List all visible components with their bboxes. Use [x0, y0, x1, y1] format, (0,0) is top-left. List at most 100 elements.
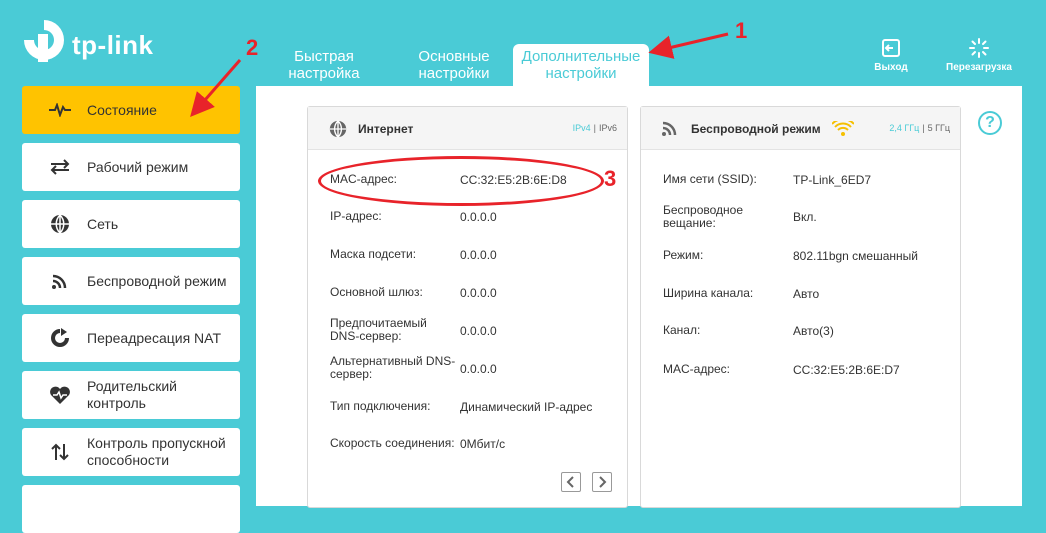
label-line: вещание: [663, 216, 716, 230]
label-line: сервер: [330, 367, 373, 381]
row-label: Имя сети (SSID): [663, 172, 757, 186]
row-value: 802.11bgn смешанный [793, 249, 918, 263]
tp-link-logo: tp-link [22, 18, 162, 66]
sidebar-item-network[interactable]: Сеть [22, 200, 240, 248]
logout-icon [882, 39, 900, 57]
chevron-left-icon [566, 476, 574, 488]
annotation-number: 3 [604, 166, 617, 191]
row-value: Авто [793, 287, 820, 301]
globe-icon [328, 119, 348, 144]
band-switch: 2,4 ГГц | 5 ГГц [889, 123, 950, 133]
wireless-card-title: Беспроводной режим [691, 122, 821, 136]
row-label: Предпочитаемый DNS-сервер: [330, 317, 458, 343]
sidebar-item-operation-mode[interactable]: Рабочий режим [22, 143, 240, 191]
wireless-card-header: Беспроводной режим 2,4 ГГц | 5 ГГц [641, 107, 960, 150]
sidebar-item-label: Переадресация NAT [87, 329, 222, 346]
help-icon: ? [985, 114, 995, 131]
ip-version-switch: IPv4 | IPv6 [572, 123, 617, 133]
label-line: Беспроводное [663, 203, 744, 217]
row-label: Канал: [663, 323, 701, 337]
row-label: Маска подсети: [330, 247, 417, 261]
sidebar-item-label: Родительский контроль [87, 378, 177, 412]
logout-label: Выход [874, 62, 908, 73]
row-value: CC:32:E5:2B:6E:D7 [793, 363, 900, 377]
internet-card-header: Интернет IPv4 | IPv6 [308, 107, 627, 150]
row-label: Беспроводное вещание: [663, 204, 791, 230]
label-line: Родительский [87, 378, 177, 394]
tab-label: Дополнительные [521, 48, 641, 65]
heart-icon [48, 383, 72, 407]
row-value: 0.0.0.0 [460, 210, 497, 224]
prev-page-button[interactable] [561, 472, 581, 492]
globe-icon [48, 212, 72, 236]
row-label: Основной шлюз: [330, 285, 423, 299]
band-24ghz-toggle[interactable]: 2,4 ГГц [889, 123, 919, 133]
sidebar-item-bandwidth-control[interactable]: Контроль пропускной способности [22, 428, 240, 476]
sidebar-item-nat-forwarding[interactable]: Переадресация NAT [22, 314, 240, 362]
wifi-signal-icon [831, 118, 855, 142]
tab-label: настройки [418, 65, 490, 82]
reboot-button[interactable]: Перезагрузка [938, 38, 1020, 73]
band-5ghz-toggle[interactable]: 5 ГГц [928, 123, 950, 133]
annotation-number: 1 [735, 18, 748, 43]
sidebar-item-label: Рабочий режим [87, 158, 189, 175]
row-label: Альтернативный DNS- сервер: [330, 355, 458, 381]
tp-link-logo-icon [24, 20, 64, 62]
tab-quick-setup[interactable]: Быстрая настройка [272, 48, 376, 82]
refresh-icon [48, 326, 72, 350]
wireless-card: Беспроводной режим 2,4 ГГц | 5 ГГц [640, 106, 961, 508]
help-button[interactable]: ? [978, 111, 1002, 135]
sidebar-item-status[interactable]: Состояние [22, 86, 240, 134]
tab-advanced-settings[interactable]: Дополнительные настройки [513, 44, 649, 90]
updown-arrows-icon [48, 440, 72, 464]
sidebar-item-more[interactable] [22, 485, 240, 533]
next-page-button[interactable] [592, 472, 612, 492]
row-value: Авто(3) [793, 324, 834, 338]
row-label: Ширина канала: [663, 286, 754, 300]
row-value: 0.0.0.0 [460, 324, 497, 338]
brand-name: tp-link [72, 30, 154, 60]
row-label: Скорость соединения: [330, 436, 455, 450]
logout-button[interactable]: Выход [864, 38, 918, 73]
sidebar-item-label: Контроль пропускной способности [87, 435, 226, 469]
label-line: Контроль пропускной [87, 435, 226, 451]
pulse-icon [48, 98, 72, 122]
row-label: Тип подключения: [330, 399, 431, 413]
ipv6-toggle[interactable]: IPv6 [599, 123, 617, 133]
sidebar-item-label: Состояние [87, 101, 157, 118]
label-line: Предпочитаемый [330, 316, 427, 330]
label-line: контроль [87, 395, 146, 411]
sidebar-item-wireless[interactable]: Беспроводной режим [22, 257, 240, 305]
internet-card-title: Интернет [358, 122, 414, 136]
switch-arrows-icon [48, 155, 72, 179]
row-value: 0.0.0.0 [460, 362, 497, 376]
label-line: DNS-сервер: [330, 329, 402, 343]
row-label: Режим: [663, 248, 704, 262]
row-label: MAC-адрес: [663, 362, 731, 376]
reboot-icon [969, 38, 989, 58]
sidebar-item-label: Сеть [87, 215, 119, 232]
tab-label: Быстрая [294, 48, 354, 65]
annotation-arrow [648, 32, 729, 59]
row-label: IP-адрес: [330, 209, 382, 223]
wifi-icon [48, 269, 72, 293]
label-line: Альтернативный DNS- [330, 354, 456, 368]
ipv4-toggle[interactable]: IPv4 [573, 123, 591, 133]
chevron-right-icon [599, 476, 607, 488]
annotation-ellipse [318, 156, 604, 206]
row-value: Вкл. [793, 210, 817, 224]
row-value: Динамический IP-адрес [460, 400, 593, 414]
tab-label: Основные [418, 48, 490, 65]
row-value: 0.0.0.0 [460, 248, 497, 262]
tab-basic-settings[interactable]: Основные настройки [404, 48, 504, 82]
row-value: TP-Link_6ED7 [793, 173, 872, 187]
annotation-number: 2 [246, 35, 259, 60]
tab-label: настройка [288, 65, 360, 82]
sidebar-item-parental-control[interactable]: Родительский контроль [22, 371, 240, 419]
label-line: способности [87, 452, 170, 468]
tab-label: настройки [545, 65, 617, 82]
row-value: 0.0.0.0 [460, 286, 497, 300]
sidebar-item-label: Беспроводной режим [87, 272, 227, 289]
row-value: 0Мбит/с [460, 437, 506, 451]
reboot-label: Перезагрузка [946, 62, 1012, 73]
